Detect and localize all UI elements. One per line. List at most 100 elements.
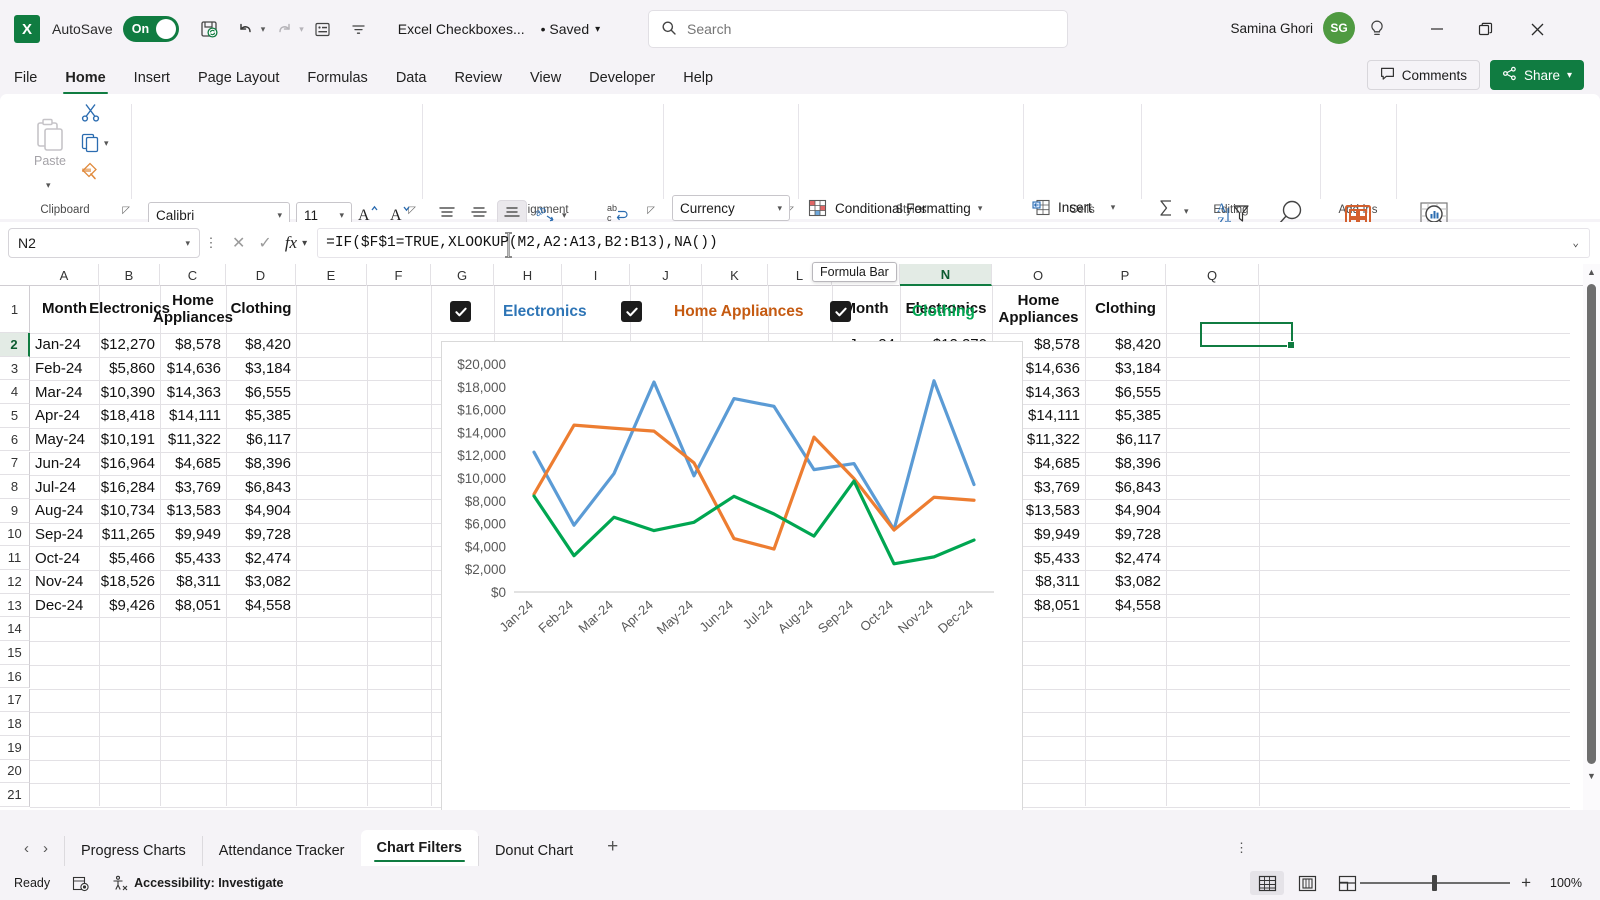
row-header-12[interactable]: 12 (0, 570, 30, 594)
ribbon-tab-review[interactable]: Review (440, 62, 516, 94)
vertical-scroll-thumb[interactable] (1587, 284, 1596, 764)
expand-formula-bar-chevron-down-icon[interactable]: ⌄ (1572, 236, 1579, 250)
number-format-select[interactable]: Currency ▾ (672, 195, 790, 221)
touch-mode-icon[interactable] (306, 13, 340, 45)
conditional-formatting-chevron-down-icon[interactable]: ▾ (978, 203, 983, 214)
cell-a12[interactable]: Nov-24 (30, 570, 99, 594)
sheet-tab-chart-filters[interactable]: Chart Filters (360, 830, 478, 866)
ribbon-tab-home[interactable]: Home (51, 62, 119, 94)
cell-b11[interactable]: $5,466 (99, 546, 160, 570)
cell-d5[interactable]: $5,385 (226, 404, 296, 428)
column-header-i[interactable]: I (562, 264, 630, 286)
cell-a11[interactable]: Oct-24 (30, 546, 99, 570)
cell-c2[interactable]: $8,578 (160, 333, 226, 357)
next-sheet-icon[interactable]: › (43, 840, 48, 857)
cell-c12[interactable]: $8,311 (160, 570, 226, 594)
cell-d8[interactable]: $6,843 (226, 475, 296, 499)
cell-b13[interactable]: $9,426 (99, 594, 160, 618)
cell-p2[interactable]: $8,420 (1085, 333, 1166, 357)
row-header-1[interactable]: 1 (0, 286, 30, 333)
cell-d6[interactable]: $6,117 (226, 428, 296, 452)
ribbon-tab-view[interactable]: View (516, 62, 575, 94)
row-header-17[interactable]: 17 (0, 688, 30, 713)
cut-button[interactable] (80, 102, 101, 123)
redo-icon[interactable] (267, 13, 301, 45)
conditional-formatting-button[interactable]: Conditional Formatting ▾ (808, 198, 982, 218)
paste-button[interactable]: Paste (22, 106, 78, 178)
comments-button[interactable]: Comments (1366, 60, 1480, 90)
cell-p7[interactable]: $8,396 (1085, 452, 1166, 476)
cell-p10[interactable]: $9,728 (1085, 523, 1166, 547)
ribbon-tab-formulas[interactable]: Formulas (293, 62, 381, 94)
cell-p1-clothing[interactable]: Clothing (1085, 286, 1166, 333)
zoom-in-button[interactable]: + (1521, 873, 1531, 893)
format-painter-button[interactable] (80, 160, 101, 181)
spreadsheet-grid[interactable]: ABCDEFGHIJKLMNOPQ 1234567891011121314151… (0, 264, 1600, 810)
cell-c5[interactable]: $14,111 (160, 404, 226, 428)
row-header-15[interactable]: 15 (0, 641, 30, 665)
cell-p11[interactable]: $2,474 (1085, 546, 1166, 570)
search-box[interactable] (648, 10, 1068, 48)
align-top-button[interactable] (436, 204, 458, 224)
insert-chevron-down-icon[interactable]: ▾ (1111, 202, 1116, 213)
cell-c3[interactable]: $14,636 (160, 357, 226, 381)
cell-b8[interactable]: $16,284 (99, 475, 160, 499)
formula-bar-dots-icon[interactable]: ⋮ (200, 235, 222, 251)
cell-b7[interactable]: $16,964 (99, 452, 160, 476)
cell-b12[interactable]: $18,526 (99, 570, 160, 594)
macro-record-button[interactable] (72, 875, 89, 892)
cell-a4[interactable]: Mar-24 (30, 380, 99, 404)
row-header-21[interactable]: 21 (0, 783, 30, 807)
check-icon[interactable]: ✓ (258, 233, 271, 253)
orientation-button[interactable]: ab (534, 202, 558, 224)
row-header-7[interactable]: 7 (0, 451, 30, 476)
save-icon[interactable] (193, 13, 227, 45)
minimize-button[interactable] (1414, 10, 1460, 48)
cell-d7[interactable]: $8,396 (226, 452, 296, 476)
cell-p13[interactable]: $4,558 (1085, 594, 1166, 618)
orientation-chevron-down-icon[interactable]: ▾ (562, 210, 567, 221)
row-header-3[interactable]: 3 (0, 356, 30, 381)
column-header-q[interactable]: Q (1166, 264, 1259, 286)
accessibility-status[interactable]: Accessibility: Investigate (111, 875, 284, 892)
ribbon-tab-insert[interactable]: Insert (120, 62, 184, 94)
cell-o1-home-appliances[interactable]: Home Appliances (992, 286, 1085, 333)
cell-b5[interactable]: $18,418 (99, 404, 160, 428)
document-title[interactable]: Excel Checkboxes... (398, 21, 525, 37)
fx-chevron-down-icon[interactable]: ▾ (302, 238, 307, 249)
zoom-out-button[interactable]: − (1339, 873, 1349, 893)
cell-c11[interactable]: $5,433 (160, 546, 226, 570)
cell-p8[interactable]: $6,843 (1085, 475, 1166, 499)
name-box[interactable]: N2 ▾ (8, 228, 200, 258)
cell-a7[interactable]: Jun-24 (30, 452, 99, 476)
cell-d3[interactable]: $3,184 (226, 357, 296, 381)
insert-cells-button[interactable]: Insert ▾ (1032, 198, 1115, 217)
user-account[interactable]: Samina Ghori SG (1230, 12, 1355, 44)
copy-button[interactable] (80, 132, 101, 153)
clipboard-dialog-launcher[interactable]: ◸ (122, 205, 130, 216)
cell-d11[interactable]: $2,474 (226, 546, 296, 570)
cell-p4[interactable]: $6,555 (1085, 380, 1166, 404)
cell-a5[interactable]: Apr-24 (30, 404, 99, 428)
cell-d9[interactable]: $4,904 (226, 499, 296, 523)
cell-p12[interactable]: $3,082 (1085, 570, 1166, 594)
chart-series-electronics[interactable] (532, 379, 976, 532)
cell-c7[interactable]: $4,685 (160, 452, 226, 476)
cell-c1-home-appliances[interactable]: Home Appliances (153, 286, 233, 333)
column-header-b[interactable]: B (99, 264, 160, 286)
cell-b6[interactable]: $10,191 (99, 428, 160, 452)
page-layout-view-icon[interactable] (1290, 871, 1324, 895)
column-header-c[interactable]: C (160, 264, 226, 286)
scroll-up-icon[interactable]: ▲ (1587, 264, 1596, 280)
cell-a6[interactable]: May-24 (30, 428, 99, 452)
column-header-d[interactable]: D (226, 264, 296, 286)
column-header-o[interactable]: O (992, 264, 1085, 286)
row-header-16[interactable]: 16 (0, 664, 30, 689)
autosave-toggle[interactable]: On (122, 16, 179, 42)
checkbox-electronics[interactable] (450, 301, 471, 322)
align-middle-button[interactable] (468, 204, 490, 224)
ribbon-tab-file[interactable]: File (0, 62, 51, 94)
cell-a8[interactable]: Jul-24 (30, 475, 99, 499)
row-header-10[interactable]: 10 (0, 522, 30, 547)
row-header-8[interactable]: 8 (0, 475, 30, 499)
